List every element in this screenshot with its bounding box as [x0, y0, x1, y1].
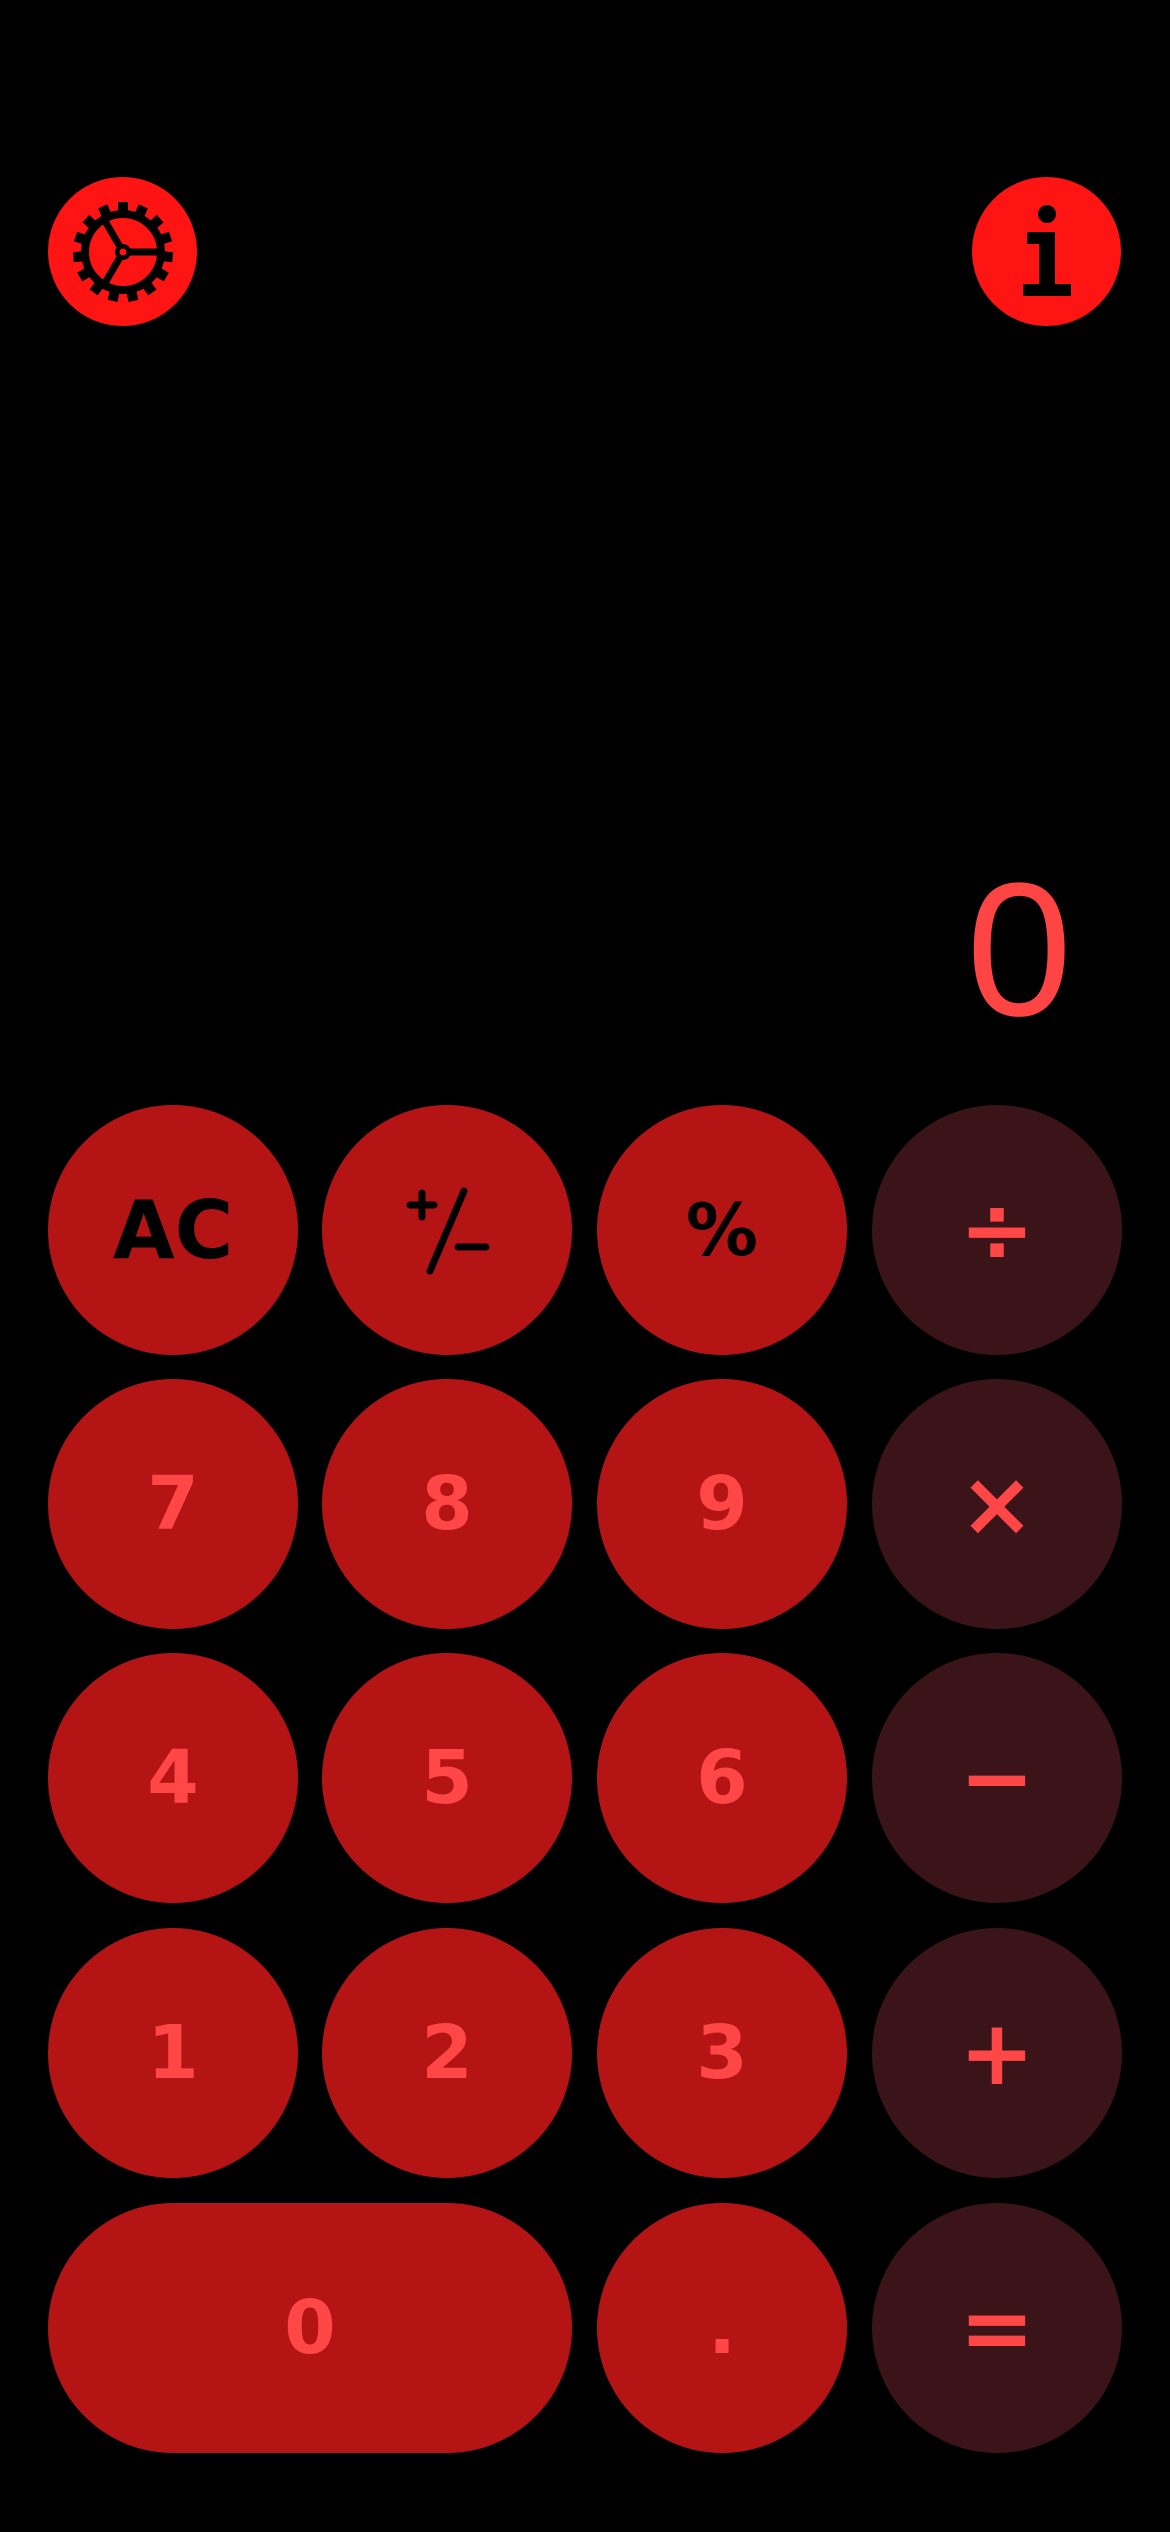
- equals-button[interactable]: =: [872, 2203, 1122, 2453]
- digit-label: 1: [147, 2010, 199, 2096]
- digit-label: 2: [421, 2010, 473, 2096]
- digit-label: 4: [147, 1735, 199, 1821]
- divide-label: ÷: [959, 1177, 1035, 1283]
- digit-0-button[interactable]: 0: [48, 2203, 572, 2453]
- digit-5-button[interactable]: 5: [322, 1653, 572, 1903]
- plus-minus-button[interactable]: [322, 1105, 572, 1355]
- clear-label: AC: [112, 1183, 234, 1277]
- multiply-label: ×: [959, 1451, 1035, 1557]
- info-button[interactable]: [972, 177, 1121, 326]
- settings-button[interactable]: [48, 177, 197, 326]
- digit-label: 8: [421, 1461, 473, 1547]
- digit-2-button[interactable]: 2: [322, 1928, 572, 2178]
- digit-label: 6: [696, 1735, 748, 1821]
- add-label: +: [959, 2000, 1035, 2106]
- digit-4-button[interactable]: 4: [48, 1653, 298, 1903]
- digit-label: 3: [696, 2010, 748, 2096]
- divide-button[interactable]: ÷: [872, 1105, 1122, 1355]
- info-icon: [1017, 204, 1077, 300]
- digit-1-button[interactable]: 1: [48, 1928, 298, 2178]
- subtract-button[interactable]: −: [872, 1653, 1122, 1903]
- digit-7-button[interactable]: 7: [48, 1379, 298, 1629]
- equals-label: =: [959, 2275, 1035, 2381]
- gear-icon: [71, 200, 175, 304]
- multiply-button[interactable]: ×: [872, 1379, 1122, 1629]
- digit-8-button[interactable]: 8: [322, 1379, 572, 1629]
- digit-label: 5: [421, 1735, 473, 1821]
- decimal-label: .: [707, 2285, 737, 2371]
- clear-button[interactable]: AC: [48, 1105, 298, 1355]
- result-display: 0: [966, 844, 1072, 1056]
- digit-label: 7: [147, 1461, 199, 1547]
- digit-9-button[interactable]: 9: [597, 1379, 847, 1629]
- add-button[interactable]: +: [872, 1928, 1122, 2178]
- percent-button[interactable]: %: [597, 1105, 847, 1355]
- decimal-button[interactable]: .: [597, 2203, 847, 2453]
- percent-label: %: [685, 1188, 759, 1272]
- digit-3-button[interactable]: 3: [597, 1928, 847, 2178]
- plus-minus-icon: [402, 1185, 492, 1275]
- digit-label: 9: [696, 1461, 748, 1547]
- digit-label: 0: [284, 2285, 336, 2371]
- subtract-label: −: [959, 1725, 1035, 1831]
- digit-6-button[interactable]: 6: [597, 1653, 847, 1903]
